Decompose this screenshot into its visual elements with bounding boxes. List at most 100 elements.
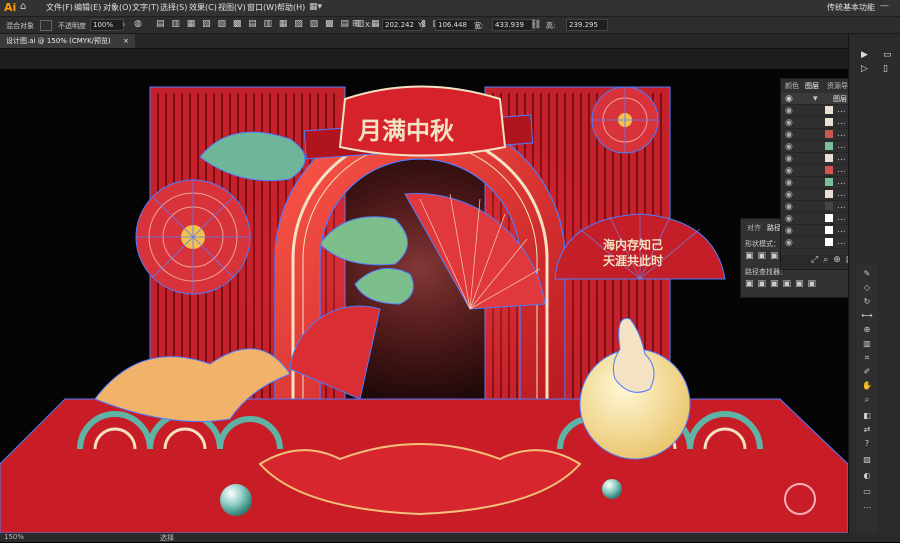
- document-tab[interactable]: 设计图.ai @ 150% (CMYK/预览) ×: [0, 34, 135, 48]
- recolor-icon[interactable]: ◍: [134, 19, 142, 29]
- width-tool-icon[interactable]: ⟷: [861, 311, 873, 322]
- layer-name: ...: [837, 141, 846, 151]
- home-icon[interactable]: ⌂: [20, 1, 26, 12]
- layer-name: ...: [837, 201, 846, 211]
- minimize-icon[interactable]: —: [880, 1, 889, 11]
- hand-tool-icon[interactable]: ✋: [861, 381, 873, 392]
- rotate-tool-icon[interactable]: ↻: [861, 297, 873, 308]
- artwork[interactable]: 海内存知己 天涯共此时 月满中秋: [0, 69, 849, 534]
- menu-help[interactable]: 帮助(H): [277, 2, 305, 13]
- layer-thumbnail: [825, 130, 833, 138]
- w-label: 宽:: [474, 22, 484, 30]
- layer-thumbnail: [825, 226, 833, 234]
- visibility-eye-icon[interactable]: ◉: [785, 130, 793, 140]
- opacity-input[interactable]: 100%: [90, 19, 124, 31]
- selection-type-label: 混合对象: [6, 22, 34, 30]
- artwork-title: 月满中秋: [357, 117, 455, 145]
- eraser-tool-icon[interactable]: ◇: [861, 283, 873, 294]
- menu-view[interactable]: 视图(V): [218, 2, 246, 13]
- tab-color[interactable]: 颜色: [785, 81, 799, 91]
- tools-panel: ✎ ◇ ↻ ⟷ ⊕ ▥ ⌗ ✐ ✋ ⌕ ◧ ⇄ ? ▨ ◐ ▭ ⋯: [856, 265, 878, 535]
- tab-pathfinder[interactable]: 路径: [767, 223, 781, 233]
- layer-thumbnail: [825, 178, 833, 186]
- edit-toolbar-icon[interactable]: ⋯: [861, 503, 873, 514]
- control-bar: 混合对象 不透明度 100% › ◍ ▤ ▥ ▦ ▧ ▨ ▩ ▤ ▥ ▦ ▧ ▨…: [0, 17, 900, 34]
- visibility-eye-icon[interactable]: ◉: [785, 202, 793, 212]
- opacity-label: 不透明度: [58, 22, 86, 30]
- tab-layers[interactable]: 图层: [805, 81, 819, 91]
- layer-thumbnail: [825, 142, 833, 150]
- left-chrysanthemum: [135, 179, 251, 295]
- layer-thumbnail: [825, 202, 833, 210]
- visibility-eye-icon[interactable]: ◉: [785, 190, 793, 200]
- visibility-eye-icon[interactable]: ◉: [785, 226, 793, 236]
- reference-point-icon[interactable]: ⊞: [352, 19, 360, 29]
- layer-thumbnail: [825, 166, 833, 174]
- layer-name: ...: [837, 153, 846, 163]
- arrange-documents-icon[interactable]: ▦▾: [309, 2, 322, 12]
- shape-builder-tool-icon[interactable]: ⊕: [861, 325, 873, 336]
- layer-thumbnail: [825, 154, 833, 162]
- panel-expand-icon[interactable]: ▯: [883, 64, 888, 74]
- visibility-eye-icon[interactable]: ◉: [785, 178, 793, 188]
- visibility-eye-icon[interactable]: ◉: [785, 118, 793, 128]
- menu-effect[interactable]: 效果(C): [189, 2, 217, 13]
- layer-name: ...: [837, 177, 846, 187]
- menu-select[interactable]: 选择(S): [160, 2, 187, 13]
- layer-name: ...: [837, 117, 846, 127]
- expand-chevron-icon[interactable]: ▾: [813, 94, 818, 104]
- pathfinder-buttons[interactable]: ▣▣▣▣▣▣: [745, 279, 820, 289]
- workspace-switcher[interactable]: 传统基本功能: [827, 2, 875, 13]
- menu-file[interactable]: 文件(F): [46, 2, 73, 13]
- menu-type[interactable]: 文字(T): [132, 2, 159, 13]
- layer-name: ...: [837, 225, 846, 235]
- screen-mode-icon[interactable]: ▭: [861, 487, 873, 498]
- visibility-eye-icon[interactable]: ◉: [785, 94, 793, 104]
- paintbrush-tool-icon[interactable]: ✎: [861, 269, 873, 280]
- fan-poem-line-1: 海内存知己: [603, 237, 663, 252]
- zoom-tool-icon[interactable]: ⌕: [861, 395, 873, 406]
- width-input[interactable]: 433.939: [492, 19, 534, 31]
- visibility-eye-icon[interactable]: ◉: [785, 238, 793, 248]
- right-chrysanthemum: [591, 86, 659, 154]
- draw-mode-icon[interactable]: ◐: [861, 471, 873, 482]
- fill-swatch[interactable]: [40, 20, 52, 31]
- height-input[interactable]: 239.295: [566, 19, 608, 31]
- visibility-eye-icon[interactable]: ◉: [785, 106, 793, 116]
- visibility-eye-icon[interactable]: ◉: [785, 154, 793, 164]
- fill-stroke-icon[interactable]: ◧: [861, 411, 873, 422]
- y-input[interactable]: 106.448: [435, 19, 477, 31]
- layer-name: ...: [837, 165, 846, 175]
- visibility-eye-icon[interactable]: ◉: [785, 214, 793, 224]
- layer-thumbnail: [825, 106, 833, 114]
- visibility-eye-icon[interactable]: ◉: [785, 142, 793, 152]
- menu-window[interactable]: 窗口(W): [247, 2, 277, 13]
- shape-modes-label: 形状模式：: [745, 240, 780, 248]
- h-label: 高:: [546, 22, 556, 30]
- menu-edit[interactable]: 编辑(E): [74, 2, 101, 13]
- visibility-eye-icon[interactable]: ◉: [785, 166, 793, 176]
- artboard-tool-icon[interactable]: ⌗: [861, 353, 873, 364]
- swap-colors-icon[interactable]: ⇄: [861, 425, 873, 436]
- layer-thumbnail: [825, 118, 833, 126]
- graph-tool-icon[interactable]: ▥: [861, 339, 873, 350]
- color-mode-icon[interactable]: ▨: [861, 455, 873, 466]
- selection-tool-icon[interactable]: ▶: [861, 50, 868, 60]
- artboard[interactable]: 海内存知己 天涯共此时 月满中秋: [0, 69, 849, 534]
- close-tab-icon[interactable]: ×: [123, 37, 129, 45]
- menu-object[interactable]: 对象(O): [103, 2, 132, 13]
- help-icon[interactable]: ?: [861, 439, 873, 450]
- x-label: X:: [365, 21, 373, 29]
- layer-name: ...: [837, 129, 846, 139]
- canvas-area[interactable]: 海内存知己 天涯共此时 月满中秋: [0, 49, 849, 534]
- direct-selection-tool-icon[interactable]: ▷: [861, 64, 868, 74]
- panel-collapse-icon[interactable]: ▭: [883, 50, 892, 60]
- status-bar: 150% 选择: [0, 533, 900, 542]
- x-input[interactable]: 202.242: [382, 19, 422, 31]
- tab-align[interactable]: 对齐: [747, 223, 761, 233]
- eyedropper-tool-icon[interactable]: ✐: [861, 367, 873, 378]
- link-proportions-icon[interactable]: ⛓: [530, 20, 541, 30]
- opacity-dropdown-icon[interactable]: ›: [122, 20, 126, 30]
- zoom-level[interactable]: 150%: [4, 533, 24, 541]
- fan-poem-line-2: 天涯共此时: [603, 253, 663, 268]
